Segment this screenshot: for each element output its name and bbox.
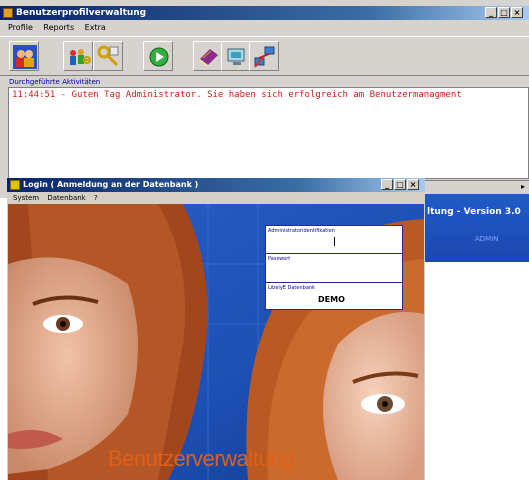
password-field[interactable]: Passwort — [266, 254, 402, 283]
login-form: Administratoridentifikation Passwort Lib… — [265, 225, 404, 310]
menu-extra[interactable]: Extra — [85, 23, 106, 32]
admin-id-input[interactable] — [268, 236, 404, 252]
activity-log-entry: 11:44:51 - Guten Tag Administrator. Sie … — [12, 90, 462, 100]
text-caret — [334, 237, 335, 246]
network-icon — [254, 46, 275, 68]
login-window-title: Login ( Anmeldung an der Datenbank ) — [23, 180, 199, 189]
keys-button[interactable] — [93, 41, 123, 71]
people-key-icon — [70, 49, 91, 65]
admin-id-field[interactable]: Administratoridentifikation — [266, 226, 404, 254]
key-app-icon — [10, 180, 20, 190]
users-icon — [13, 45, 37, 69]
main-banner: ltung - Version 3.0 ADMIN — [425, 194, 529, 262]
login-titlebar[interactable]: Login ( Anmeldung an der Datenbank ) _ □… — [7, 178, 425, 192]
minimize-button[interactable]: _ — [485, 7, 497, 18]
keys-icon — [97, 45, 119, 67]
activity-label: Durchgeführte Aktivitäten — [9, 78, 101, 86]
database-value: DEMO — [318, 295, 345, 304]
login-maximize-button[interactable]: □ — [394, 179, 406, 190]
go-button[interactable] — [143, 41, 173, 71]
book-icon — [200, 49, 218, 67]
login-window: Login ( Anmeldung an der Datenbank ) _ □… — [7, 178, 425, 480]
close-button[interactable]: × — [511, 7, 523, 18]
menu-system[interactable]: System — [13, 194, 39, 202]
monitor-icon — [227, 48, 245, 65]
main-titlebar[interactable]: Benutzerprofilverwaltung _ □ × — [0, 6, 529, 20]
admin-id-label: Administratoridentifikation — [268, 228, 335, 234]
login-close-button[interactable]: × — [407, 179, 419, 190]
login-minimize-button[interactable]: _ — [381, 179, 393, 190]
version-label: ltung - Version 3.0 — [427, 207, 521, 217]
app-icon — [3, 8, 13, 18]
database-label: LibelyE Datenbank — [268, 285, 315, 291]
book-button[interactable] — [193, 41, 223, 71]
login-menubar: System Datenbank ? — [7, 192, 425, 204]
password-label: Passwort — [268, 256, 291, 262]
brand-wordmark: Benutzerverwaltung — [108, 446, 294, 471]
maximize-button[interactable]: □ — [498, 7, 510, 18]
toolbar — [0, 36, 529, 76]
green-go-icon — [149, 47, 169, 67]
activity-log[interactable]: 11:44:51 - Guten Tag Administrator. Sie … — [8, 87, 529, 179]
scroll-right-icon[interactable]: ▸ — [521, 182, 525, 191]
main-window: Benutzerprofilverwaltung _ □ × Profile R… — [0, 0, 529, 198]
users-button[interactable] — [9, 41, 39, 71]
menu-reports[interactable]: Reports — [43, 23, 74, 32]
monitor-button[interactable] — [221, 41, 251, 71]
menu-datenbank[interactable]: Datenbank — [47, 194, 85, 202]
main-window-title: Benutzerprofilverwaltung — [16, 8, 147, 18]
menu-help[interactable]: ? — [94, 194, 98, 202]
main-scrollbar[interactable]: ▸ — [425, 180, 529, 195]
menu-profile[interactable]: Profile — [8, 23, 33, 32]
main-menubar: Profile Reports Extra — [0, 21, 529, 35]
admin-label: ADMIN — [475, 235, 499, 243]
people-key-button[interactable] — [63, 41, 93, 71]
database-field[interactable]: LibelyE Datenbank DEMO — [266, 283, 402, 309]
network-button[interactable] — [249, 41, 279, 71]
